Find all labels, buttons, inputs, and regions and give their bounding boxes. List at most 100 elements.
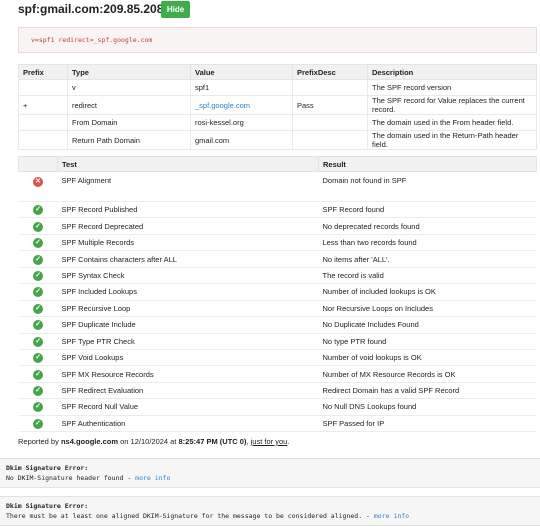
cell-test: SPF Record Deprecated (57, 217, 319, 235)
cell-result: No type PTR found (318, 333, 537, 350)
cell-result: Less than two records found (318, 234, 537, 252)
table-row: ✓ SPF Contains characters after ALL No ite… (18, 250, 537, 268)
table-row: ✓ SPF Authentication SPF Passed for IP (18, 415, 537, 433)
cell-prefixdesc (292, 114, 368, 131)
cell-value-link[interactable]: _spf.google.com (190, 95, 293, 115)
cell-result: Nor Recursive Loops on Includes (318, 300, 537, 318)
status-cell: ✓ (18, 217, 58, 235)
cell-test: SPF Redirect Evaluation (57, 382, 319, 400)
cell-prefixdesc (292, 79, 368, 96)
report-end: . (287, 437, 290, 446)
column-header-prefix: Prefix (18, 64, 68, 80)
check-icon: ✓ (33, 402, 43, 413)
column-header-value: Value (190, 64, 293, 80)
table-row: ✓ SPF Void Lookups Number of void lookups … (18, 349, 537, 367)
cell-result: No deprecated records found (318, 217, 537, 235)
table-row: ✓ SPF Multiple Records Less than two recor… (18, 234, 537, 252)
dkim-error-sep: - (362, 512, 374, 520)
report-on: on 12/10/2024 at (118, 437, 179, 446)
status-cell: ✓ (18, 250, 58, 268)
status-cell: ✓ (18, 201, 58, 219)
status-cell: ✓ (18, 398, 58, 416)
cell-test: SPF Multiple Records (57, 234, 319, 252)
column-header-description: Description (367, 64, 537, 80)
hide-button[interactable]: Hide (161, 1, 190, 18)
check-icon: ✓ (33, 418, 43, 429)
cell-result: Number of void lookups is OK (318, 349, 537, 367)
report-time: 8:25:47 PM (UTC 0) (178, 437, 247, 446)
cell-result: The record is valid (318, 267, 537, 285)
column-header-result: Result (318, 156, 537, 172)
cell-test: SPF Type PTR Check (57, 333, 319, 350)
cell-test: SPF Contains characters after ALL (57, 250, 319, 268)
cell-description: The SPF record for Value replaces the cu… (367, 95, 537, 115)
column-header-type: Type (67, 64, 191, 80)
cell-result: Number of MX Resource Records is OK (318, 365, 537, 383)
page-title: spf:gmail.com:209.85.208.46 (18, 2, 181, 16)
cell-description: The domain used in the From header field… (367, 114, 537, 131)
status-cell: ✓ (18, 333, 58, 350)
cell-result: Redirect Domain has a valid SPF Record (318, 382, 537, 400)
cell-result: SPF Record found (318, 201, 537, 219)
cell-test: SPF Void Lookups (57, 349, 319, 367)
dkim-error-message: There must be at least one aligned DKIM-… (6, 512, 363, 520)
more-info-link[interactable]: more info (135, 474, 170, 482)
cell-test: SPF Syntax Check (57, 267, 319, 285)
dkim-error-box: Dkim Signature Error: There must be at l… (0, 496, 540, 526)
check-icon: ✓ (33, 386, 43, 397)
table-row: ✓ SPF Syntax Check The record is valid (18, 267, 537, 285)
table-row: ✓ SPF Record Published SPF Record found (18, 201, 537, 219)
dkim-error-sep: - (123, 474, 136, 482)
cell-test: SPF Included Lookups (57, 283, 319, 301)
report-prefix: Reported by (18, 437, 61, 446)
status-cell: ✓ (18, 349, 58, 367)
dkim-error-message: No DKIM-Signature header found (6, 474, 124, 482)
cell-prefix: + (18, 95, 68, 115)
cell-result: No Duplicate Includes Found (318, 316, 537, 334)
column-header-prefixdesc: PrefixDesc (292, 64, 368, 80)
table-row: v spf1 The SPF record version (18, 79, 537, 96)
cell-result: No items after 'ALL'. (318, 250, 537, 268)
status-cell: ✓ (18, 316, 58, 334)
check-icon: ✓ (33, 336, 43, 347)
check-icon: ✓ (33, 303, 43, 314)
status-cell: ✕ (18, 171, 58, 202)
table-row: Return Path Domain gmail.com The domain … (18, 130, 537, 150)
status-cell: ✓ (18, 300, 58, 318)
cell-description: The SPF record version (367, 79, 537, 96)
check-icon: ✓ (33, 320, 43, 331)
table-row: ✓ SPF Redirect Evaluation Redirect Domain … (18, 382, 537, 400)
cell-test: SPF Duplicate Include (57, 316, 319, 334)
cell-prefixdesc (292, 130, 368, 150)
cell-result: SPF Passed for IP (318, 415, 537, 433)
status-cell: ✓ (18, 365, 58, 383)
more-info-link[interactable]: more info (374, 512, 409, 520)
raw-spf-record-text: v=spf1 redirect=_spf.google.com (31, 36, 153, 44)
cell-prefix (18, 114, 68, 131)
cell-value: spf1 (190, 79, 293, 96)
table-row: ✓ SPF MX Resource Records Number of MX Res… (18, 365, 537, 383)
check-icon: ✓ (33, 369, 43, 380)
cell-prefixdesc: Pass (292, 95, 368, 115)
cell-result: Number of included lookups is OK (318, 283, 537, 301)
check-icon: ✓ (33, 287, 43, 298)
spf-record-table: Prefix Type Value PrefixDesc Description… (18, 64, 537, 150)
dkim-error-message-line: There must be at least one aligned DKIM-… (6, 512, 409, 520)
status-cell: ✓ (18, 267, 58, 285)
dkim-error-message-line: No DKIM-Signature header found - more in… (6, 474, 170, 482)
cell-type: Return Path Domain (67, 130, 191, 150)
cell-description: The domain used in the Return-Path heade… (367, 130, 537, 150)
cell-value: gmail.com (190, 130, 293, 150)
cell-result: Domain not found in SPF (318, 171, 537, 202)
cell-type: redirect (67, 95, 191, 115)
check-icon: ✓ (33, 238, 43, 249)
check-icon: ✓ (33, 205, 43, 216)
just-for-you-link[interactable]: just for you (251, 437, 288, 446)
cell-test: SPF Record Null Value (57, 398, 319, 416)
table-row: ✓ SPF Duplicate Include No Duplicate Inclu… (18, 316, 537, 334)
cell-test: SPF Alignment (57, 171, 319, 202)
check-icon: ✓ (33, 270, 43, 281)
table-row: From Domain rosi-kessel.org The domain u… (18, 114, 537, 131)
cell-test: SPF MX Resource Records (57, 365, 319, 383)
error-icon: ✕ (33, 177, 43, 187)
